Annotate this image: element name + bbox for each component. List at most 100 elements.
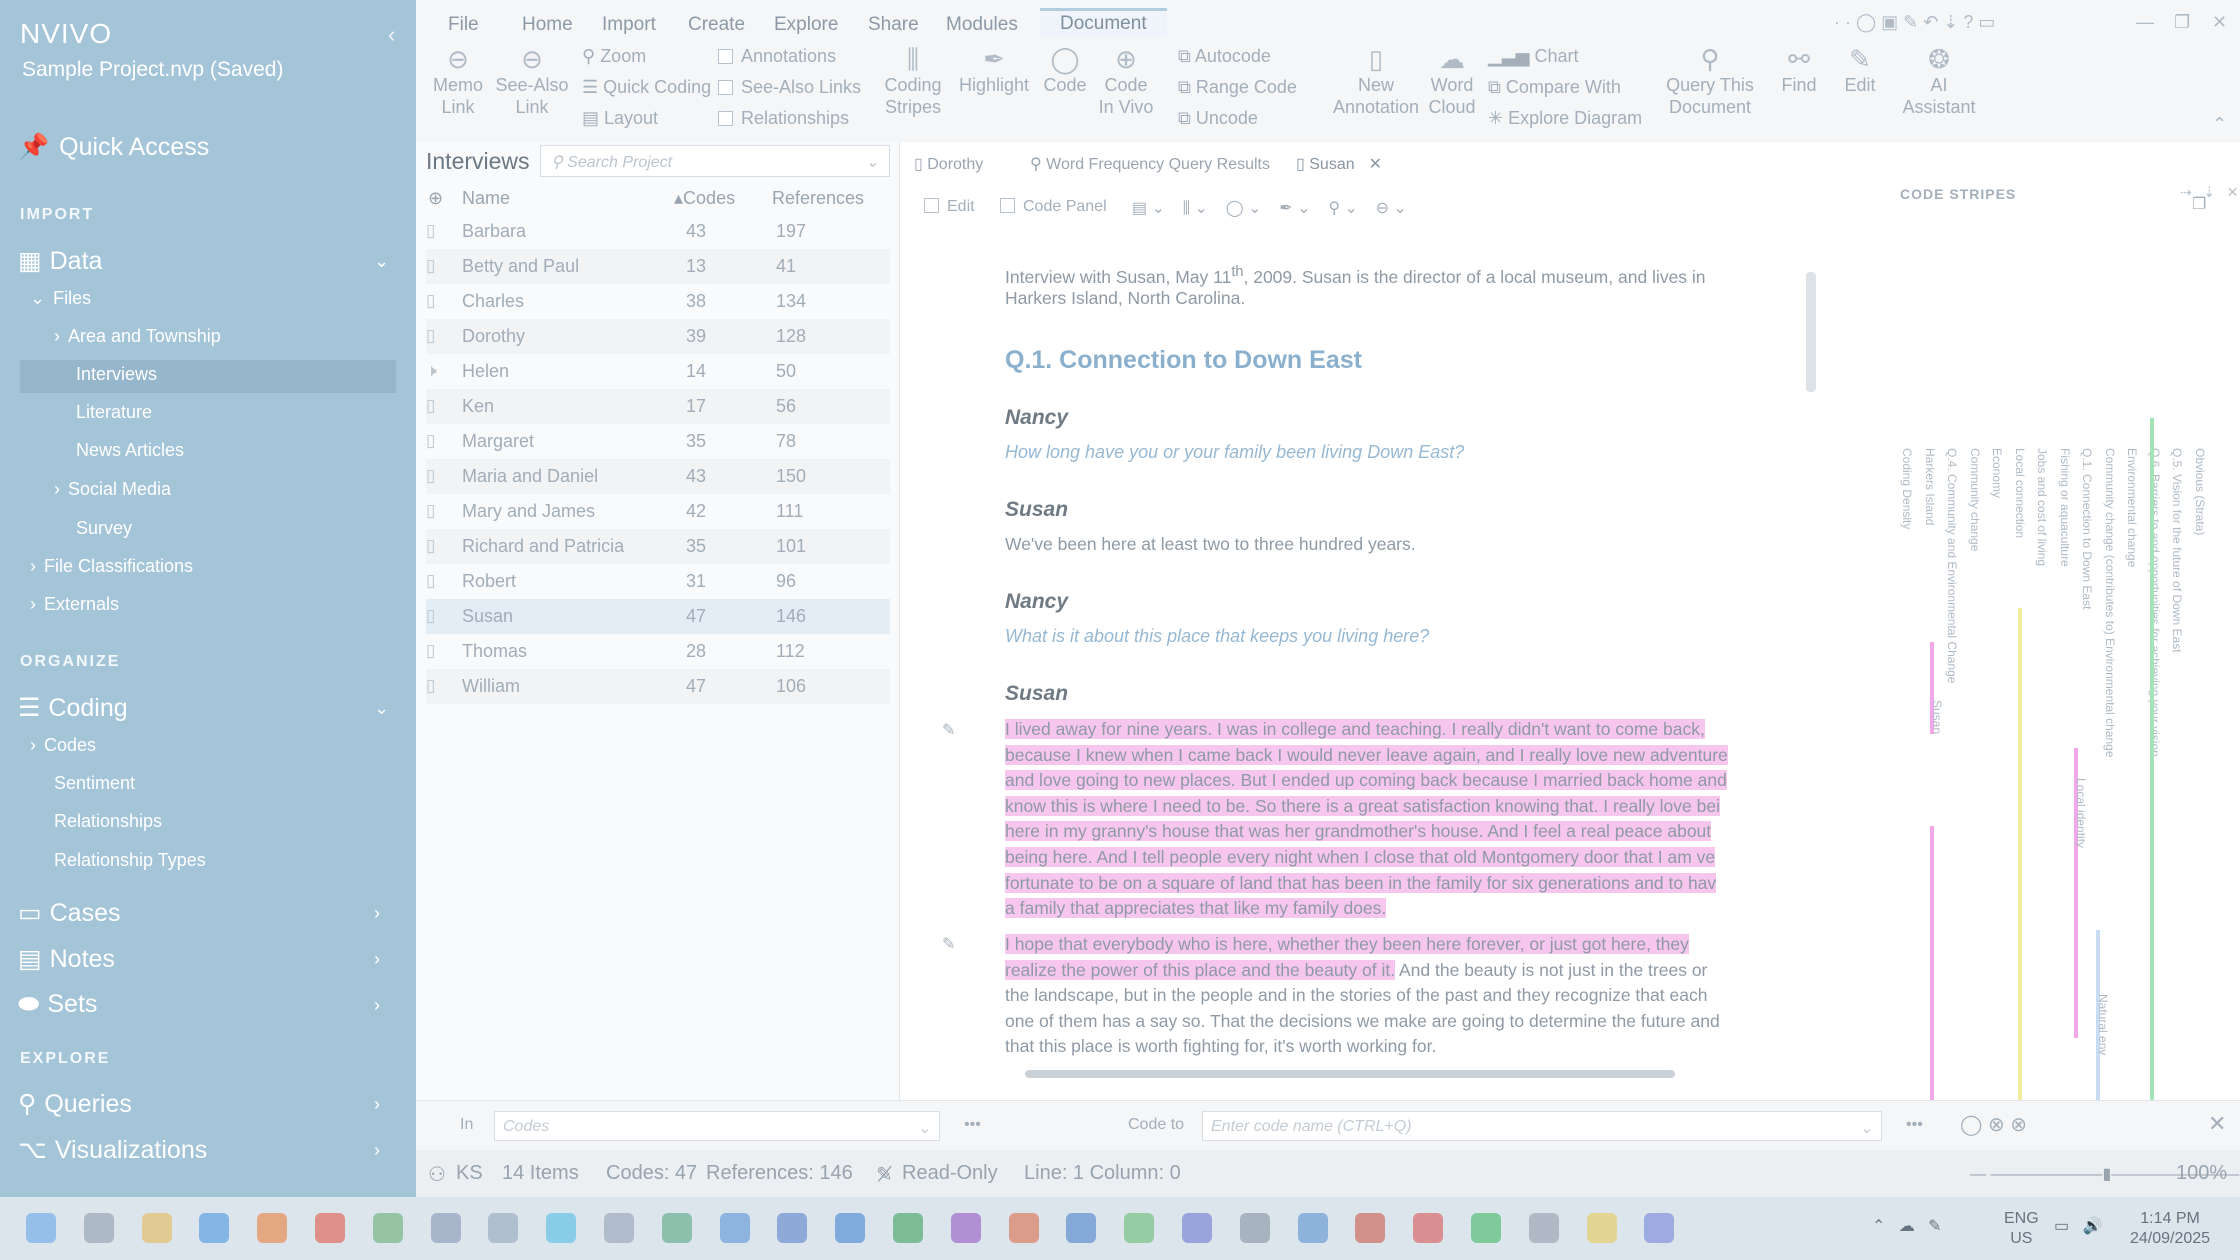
more-options-icon[interactable]: ••• xyxy=(964,1116,981,1134)
nvivo-taskbar-icon[interactable] xyxy=(777,1213,808,1243)
add-icon[interactable]: ⊕ xyxy=(428,188,443,209)
nav-notes[interactable]: ▤ Notes xyxy=(18,944,115,974)
doc-tab-susan[interactable]: ▯ Susan ✕ xyxy=(1296,154,1382,174)
edit-checkbox[interactable]: Edit xyxy=(924,198,975,216)
tray-icons[interactable]: ⌃ ☁ ✎ xyxy=(1872,1217,1941,1237)
chatgpt-taskbar-icon[interactable] xyxy=(604,1213,634,1243)
nav-file-classifications[interactable]: › File Classifications xyxy=(30,556,193,577)
nav-data[interactable]: ▦ Data xyxy=(18,246,102,276)
in-codes-field[interactable]: Codes ⌄ xyxy=(494,1111,940,1141)
chrome-taskbar-icon[interactable] xyxy=(315,1213,345,1243)
chevron-right-icon[interactable]: › xyxy=(374,1140,380,1161)
system-tray-icons[interactable]: ▭ 🔊 xyxy=(2054,1217,2102,1237)
see-also-links-checkbox[interactable]: See-Also Links xyxy=(718,77,861,98)
word-cloud-button[interactable]: ☁ Word Cloud xyxy=(1420,46,1484,118)
nav-cases[interactable]: ▭ Cases xyxy=(18,898,121,928)
nav-social-media[interactable]: › Social Media xyxy=(54,479,171,500)
minimize-icon[interactable]: — xyxy=(2136,12,2154,33)
tab-create[interactable]: Create xyxy=(688,14,745,36)
snipping-tool-taskbar-icon[interactable] xyxy=(488,1213,519,1243)
tab-share[interactable]: Share xyxy=(868,14,919,36)
code-in-vivo-button[interactable]: ⊕ Code In Vivo xyxy=(1094,46,1158,118)
restore-icon[interactable]: ❐ xyxy=(2174,12,2190,33)
column-header-name[interactable]: Name xyxy=(462,188,510,209)
nav-survey[interactable]: Survey xyxy=(76,518,132,539)
zoom-taskbar-icon[interactable] xyxy=(1644,1213,1675,1243)
onenote-taskbar-icon[interactable] xyxy=(950,1213,981,1243)
quick-access[interactable]: 📌 Quick Access xyxy=(18,133,209,162)
column-header-references[interactable]: References xyxy=(772,188,864,209)
file-row[interactable]: 🕨 Helen 14 50 xyxy=(426,354,890,389)
teams-taskbar-icon[interactable] xyxy=(1182,1213,1212,1243)
word-taskbar-icon[interactable] xyxy=(835,1213,866,1243)
nav-relationship-types[interactable]: Relationship Types xyxy=(54,850,206,871)
file-row[interactable]: ▯ Barbara 43 197 xyxy=(426,214,890,249)
spotify-taskbar-icon[interactable] xyxy=(1471,1213,1501,1243)
tab-import[interactable]: Import xyxy=(602,14,656,36)
document-taskbar-icon[interactable] xyxy=(1528,1213,1559,1243)
code-actions-icons[interactable]: ◯ ⊗ ⊗ xyxy=(1960,1112,2027,1137)
code-panel-checkbox[interactable]: Code Panel xyxy=(1000,198,1107,216)
file-row[interactable]: ▯ Mary and James 42 111 xyxy=(426,494,890,529)
chevron-down-icon[interactable]: ⌄ xyxy=(374,698,389,719)
annotation-pencil-icon[interactable]: ✎ xyxy=(942,720,955,740)
excel-taskbar-icon[interactable] xyxy=(893,1213,923,1243)
doc-tab-dorothy[interactable]: ▯ Dorothy xyxy=(914,154,983,174)
globe-taskbar-icon[interactable] xyxy=(719,1213,750,1243)
vpn-taskbar-icon[interactable] xyxy=(546,1213,577,1243)
compare-with-button[interactable]: ⧉ Compare With xyxy=(1488,77,1621,98)
tab-document[interactable]: Document xyxy=(1040,8,1167,37)
quick-coding-button[interactable]: ☰ Quick Coding xyxy=(582,77,711,98)
autocode-button[interactable]: ⧉ Autocode xyxy=(1178,46,1271,67)
chevron-right-icon[interactable]: › xyxy=(374,995,380,1016)
edge-taskbar-icon[interactable] xyxy=(199,1213,230,1243)
outlook-taskbar-icon[interactable] xyxy=(1066,1213,1097,1243)
app-taskbar-icon[interactable] xyxy=(1124,1213,1155,1243)
doc-toolbar-icons[interactable]: ▤ ⌄ ⫼ ⌄ ◯ ⌄ ✒ ⌄ ⚲ ⌄ ⊖ ⌄ xyxy=(1132,198,1407,218)
nav-queries[interactable]: ⚲ Queries xyxy=(18,1089,132,1119)
nav-literature[interactable]: Literature xyxy=(76,402,152,423)
edit-button[interactable]: ✎ Edit xyxy=(1832,46,1888,96)
close-icon[interactable]: ✕ xyxy=(2208,1111,2226,1137)
relationships-checkbox[interactable]: Relationships xyxy=(718,108,849,129)
nav-sentiment[interactable]: Sentiment xyxy=(54,773,135,794)
chevron-right-icon[interactable]: › xyxy=(374,1094,380,1115)
chart-button[interactable]: ▁▃▅ Chart xyxy=(1488,46,1579,67)
nav-externals[interactable]: › Externals xyxy=(30,594,119,615)
nav-news-articles[interactable]: News Articles xyxy=(76,440,184,461)
tab-home[interactable]: Home xyxy=(522,14,573,36)
files-taskbar-icon[interactable] xyxy=(1586,1213,1617,1243)
layout-button[interactable]: ▤ Layout xyxy=(582,108,658,129)
chevron-down-icon[interactable]: ⌄ xyxy=(374,251,389,272)
explore-diagram-button[interactable]: ✳ Explore Diagram xyxy=(1488,108,1642,129)
ai-assistant-button[interactable]: ❂ AI Assistant xyxy=(1894,46,1984,118)
nav-area-and-township[interactable]: › Area and Township xyxy=(54,326,221,347)
annotations-checkbox[interactable]: Annotations xyxy=(718,46,836,67)
nav-sets[interactable]: ⬬ Sets xyxy=(18,990,97,1019)
file-row[interactable]: ▯ William 47 106 xyxy=(426,669,890,704)
new-annotation-button[interactable]: ▯ New Annotation xyxy=(1326,46,1426,118)
nvivo-tool-taskbar-icon[interactable] xyxy=(661,1213,692,1243)
file-row[interactable]: ▯ Richard and Patricia 35 101 xyxy=(426,529,890,564)
highlight-button[interactable]: ✒ Highlight xyxy=(954,46,1034,96)
chevron-right-icon[interactable]: › xyxy=(374,903,380,924)
file-row[interactable]: ▯ Margaret 35 78 xyxy=(426,424,890,459)
nav-coding[interactable]: ☰ Coding xyxy=(18,693,128,723)
document-vertical-scrollbar[interactable] xyxy=(1806,272,1816,392)
nav-relationships[interactable]: Relationships xyxy=(54,811,162,832)
file-row[interactable]: ▯ Robert 31 96 xyxy=(426,564,890,599)
tab-file[interactable]: File xyxy=(448,14,479,36)
stripe-panel-controls[interactable]: ⇢ ⇣ ✕ xyxy=(2180,184,2239,201)
language-indicator[interactable]: ENG US xyxy=(2004,1209,2039,1249)
search-taskbar-icon[interactable] xyxy=(83,1213,114,1243)
nav-codes[interactable]: › Codes xyxy=(30,735,96,756)
paint-taskbar-icon[interactable] xyxy=(430,1213,461,1243)
notepad-taskbar-icon[interactable] xyxy=(372,1213,403,1243)
close-icon[interactable]: ✕ xyxy=(2212,12,2227,33)
zoom-button[interactable]: ⚲ Zoom xyxy=(582,46,646,67)
nav-visualizations[interactable]: ⌥ Visualizations xyxy=(18,1135,207,1165)
file-row[interactable]: ▯ Charles 38 134 xyxy=(426,284,890,319)
nav-files[interactable]: ⌄ Files xyxy=(30,288,91,309)
coding-stripes-button[interactable]: ⫼ Coding Stripes xyxy=(878,46,948,118)
collapse-ribbon-icon[interactable]: ⌃ xyxy=(2212,114,2227,135)
